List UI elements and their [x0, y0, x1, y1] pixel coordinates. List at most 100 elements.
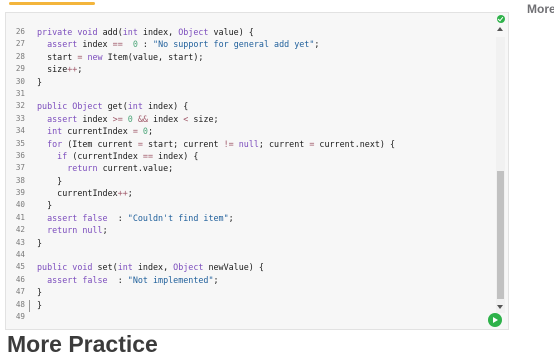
code-text: start = new Item(value, start);	[37, 51, 203, 63]
code-line[interactable]: 39 currentIndex++;	[6, 187, 494, 199]
scroll-down-arrow-icon[interactable]	[497, 305, 503, 309]
code-line[interactable]: 31	[6, 88, 494, 100]
line-number: 49	[15, 311, 25, 321]
scrollbar-thumb[interactable]	[497, 171, 504, 299]
code-token: return	[67, 163, 103, 174]
code-token: }	[37, 299, 43, 310]
scroll-up-arrow-icon[interactable]	[497, 27, 503, 31]
code-token: :	[112, 274, 128, 285]
line-number: 46	[15, 274, 25, 284]
code-token: current.value;	[102, 163, 174, 174]
line-number: 30	[15, 76, 25, 86]
code-line[interactable]: 49	[6, 311, 494, 323]
code-token: }	[37, 200, 53, 211]
code-token: ;	[147, 126, 154, 137]
code-text: assert false : "Couldn't find item";	[37, 212, 234, 224]
code-line[interactable]: 47}	[6, 286, 494, 298]
code-text: assert false : "Not implemented";	[37, 274, 218, 286]
code-token: ; current	[258, 138, 310, 149]
code-token: >=	[112, 113, 123, 124]
code-content[interactable]: 26 private void add(int index, Object val…	[6, 26, 494, 323]
top-accent-bar	[9, 2, 95, 5]
code-token: get(	[107, 101, 128, 112]
line-number: 37	[15, 163, 25, 173]
code-token: add(	[102, 27, 123, 37]
code-token: ==	[112, 39, 123, 50]
line-number: 29	[15, 64, 25, 74]
text-cursor	[29, 300, 30, 312]
code-token: currentIndex	[37, 188, 118, 199]
line-number: 36	[15, 150, 25, 160]
code-text: private void add(int index, Object value…	[37, 26, 254, 38]
code-token: }	[37, 76, 43, 87]
code-line[interactable]: 35 for (Item current = start; current !=…	[6, 138, 494, 150]
code-line[interactable]: 33 assert index >= 0 && index < size;	[6, 113, 494, 125]
line-number: 47	[15, 287, 25, 297]
code-token: null	[82, 225, 103, 236]
code-line[interactable]: 27 assert index == 0 : "No support for g…	[6, 38, 494, 50]
code-token: (currentIndex	[72, 150, 143, 161]
code-token: int	[127, 101, 148, 112]
code-token: index) {	[153, 150, 199, 161]
line-number: 26	[15, 27, 25, 36]
check-circle-icon	[497, 15, 505, 23]
code-token: set(	[97, 262, 118, 273]
code-line[interactable]: 30}	[6, 76, 494, 88]
code-line[interactable]: 28 start = new Item(value, start);	[6, 51, 494, 63]
code-token: Item(value, start);	[107, 51, 204, 62]
code-token: &&	[137, 113, 148, 124]
code-token: start	[37, 51, 78, 62]
code-token: start; current	[142, 138, 224, 149]
code-token: index	[147, 113, 184, 124]
code-line[interactable]: 36 if (currentIndex == index) {	[6, 150, 494, 162]
code-text: }	[37, 199, 52, 211]
code-token: Object	[173, 262, 209, 273]
code-token: index,	[137, 262, 174, 273]
code-text: int currentIndex = 0;	[37, 125, 153, 137]
run-button[interactable]	[488, 313, 502, 327]
code-line[interactable]: 43}	[6, 237, 494, 249]
code-token: ;	[102, 225, 108, 236]
side-heading: More	[527, 2, 554, 16]
code-line[interactable]: 41 assert false : "Couldn't find item";	[6, 212, 494, 224]
code-line[interactable]: 42 return null;	[6, 224, 494, 236]
code-token: int	[122, 27, 143, 37]
code-token: public	[37, 101, 73, 112]
line-number: 35	[15, 138, 25, 148]
code-line[interactable]: 48}	[6, 299, 494, 311]
code-line[interactable]: 46 assert false : "Not implemented";	[6, 274, 494, 286]
line-number: 38	[15, 175, 25, 185]
code-line[interactable]: 44	[6, 249, 494, 261]
code-token: :	[137, 39, 154, 50]
line-number: 33	[15, 113, 25, 123]
code-token: newValue) {	[208, 262, 264, 273]
code-text: }	[37, 299, 42, 311]
code-line[interactable]: 38 }	[6, 175, 494, 187]
code-line[interactable]: 40 }	[6, 199, 494, 211]
code-token: size;	[188, 113, 219, 124]
code-token: }	[37, 175, 63, 186]
line-number: 43	[15, 237, 25, 247]
code-token: ;	[314, 39, 320, 50]
code-text: }	[37, 175, 62, 187]
code-line[interactable]: 34 int currentIndex = 0;	[6, 125, 494, 137]
code-line[interactable]: 26 private void add(int index, Object val…	[6, 26, 494, 38]
code-line[interactable]: 32 public Object get(int index) {	[6, 100, 494, 112]
line-number: 48	[15, 299, 25, 309]
code-line[interactable]: 29 size++;	[6, 63, 494, 75]
line-number: 27	[15, 39, 25, 49]
code-token: if	[57, 150, 73, 161]
code-token: new	[87, 51, 108, 62]
code-line[interactable]: 45 public void set(int index, Object newV…	[6, 261, 494, 273]
code-text: for (Item current = start; current != nu…	[37, 138, 395, 150]
code-line[interactable]: 37 return current.value;	[6, 162, 494, 174]
code-token: private void	[37, 27, 103, 37]
code-token: "Couldn't find item"	[127, 212, 229, 223]
code-text: assert index == 0 : "No support for gene…	[37, 38, 319, 50]
code-token: return	[47, 225, 83, 236]
code-editor[interactable]: 26 private void add(int index, Object val…	[5, 12, 509, 330]
